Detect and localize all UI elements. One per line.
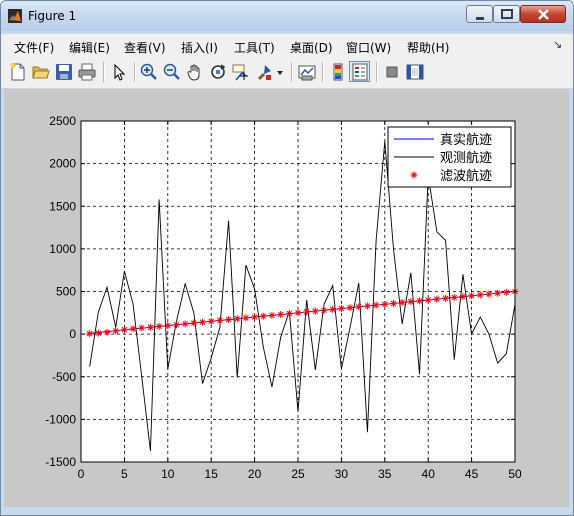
x-tick-label: 25 xyxy=(291,467,305,481)
new-figure-icon[interactable] xyxy=(9,63,27,81)
x-tick-label: 50 xyxy=(508,467,522,481)
rotate-icon[interactable] xyxy=(209,63,227,81)
figure-toolbar xyxy=(1,57,573,89)
close-icon xyxy=(538,9,549,20)
x-tick-label: 15 xyxy=(205,467,219,481)
window-title: Figure 1 xyxy=(28,9,77,23)
legend-marker-3 xyxy=(410,171,418,179)
brush-icon[interactable] xyxy=(255,63,273,81)
pan-icon[interactable] xyxy=(186,63,204,81)
menu-bar: 文件(F) 编辑(E) 查看(V) 插入(I) 工具(T) 桌面(D) 窗口(W… xyxy=(1,34,573,57)
x-tick-label: 30 xyxy=(335,467,349,481)
menu-tools[interactable]: 工具(T) xyxy=(234,39,275,56)
menu-help[interactable]: 帮助(H) xyxy=(407,39,449,56)
legend-label-1: 真实航迹 xyxy=(440,132,492,148)
show-plot-tools-icon[interactable] xyxy=(406,63,424,81)
legend-label-3: 滤波航迹 xyxy=(440,168,492,184)
minimize-icon xyxy=(476,17,484,20)
zoom-out-icon[interactable] xyxy=(163,63,181,81)
pointer-icon[interactable] xyxy=(110,63,128,81)
x-tick-label: 0 xyxy=(78,467,85,481)
y-tick-label: 2500 xyxy=(49,114,76,128)
menu-edit[interactable]: 编辑(E) xyxy=(69,39,110,56)
maximize-button[interactable] xyxy=(493,5,520,23)
x-tick-label: 40 xyxy=(422,467,436,481)
legend-label-2: 观测航迹 xyxy=(440,150,492,166)
x-tick-label: 5 xyxy=(121,467,128,481)
colorbar-icon[interactable] xyxy=(329,63,347,81)
maximize-icon xyxy=(501,9,513,19)
menu-window[interactable]: 窗口(W) xyxy=(346,39,391,56)
menu-insert[interactable]: 插入(I) xyxy=(181,39,218,56)
brush-dropdown-icon[interactable] xyxy=(276,63,284,81)
print-icon[interactable] xyxy=(78,63,96,81)
toolbar-separator xyxy=(103,62,105,82)
y-tick-label: -1500 xyxy=(45,455,76,469)
toolbar-separator xyxy=(291,62,293,82)
toolbar-separator xyxy=(376,62,378,82)
minimize-button[interactable] xyxy=(466,5,493,23)
menu-desktop[interactable]: 桌面(D) xyxy=(290,39,333,56)
x-tick-label: 45 xyxy=(465,467,479,481)
matlab-logo-icon xyxy=(8,9,22,23)
close-button[interactable] xyxy=(520,5,566,23)
toolbar-separator xyxy=(134,62,136,82)
menu-file[interactable]: 文件(F) xyxy=(14,39,54,56)
y-tick-label: 500 xyxy=(56,285,76,299)
y-tick-label: 1000 xyxy=(49,242,76,256)
data-cursor-icon[interactable] xyxy=(232,63,250,81)
plot-svg: 0 5 10 15 20 25 30 35 40 45 50 -1500 -1000 -500 0 500 10… xyxy=(45,114,522,481)
y-tick-label: -1000 xyxy=(45,412,76,426)
toolbar-separator xyxy=(322,62,324,82)
figure-canvas: 0 5 10 15 20 25 30 35 40 45 50 -1500 -1000 -500 0 500 10… xyxy=(4,89,569,507)
hide-plot-tools-icon[interactable] xyxy=(383,63,401,81)
y-tick-label: 0 xyxy=(69,327,76,341)
y-tick-label: 1500 xyxy=(49,199,76,213)
x-tick-label: 35 xyxy=(378,467,392,481)
menu-view[interactable]: 查看(V) xyxy=(124,39,166,56)
title-bar[interactable]: Figure 1 xyxy=(1,1,573,31)
figure-window: Figure 1 文件(F) 编辑(E) 查看(V) 插入(I) 工具(T) 桌… xyxy=(0,0,574,516)
legend-icon xyxy=(352,63,368,81)
x-tick-label: 20 xyxy=(248,467,262,481)
zoom-in-icon[interactable] xyxy=(140,63,158,81)
save-icon[interactable] xyxy=(55,63,73,81)
y-tick-label: 2000 xyxy=(49,157,76,171)
y-tick-label: -500 xyxy=(52,370,76,384)
legend-toggle-button[interactable] xyxy=(349,61,370,82)
menu-overflow-icon[interactable]: ↘ xyxy=(553,38,562,51)
x-tick-label: 10 xyxy=(161,467,175,481)
open-file-icon[interactable] xyxy=(32,63,50,81)
link-plot-icon[interactable] xyxy=(298,63,316,81)
